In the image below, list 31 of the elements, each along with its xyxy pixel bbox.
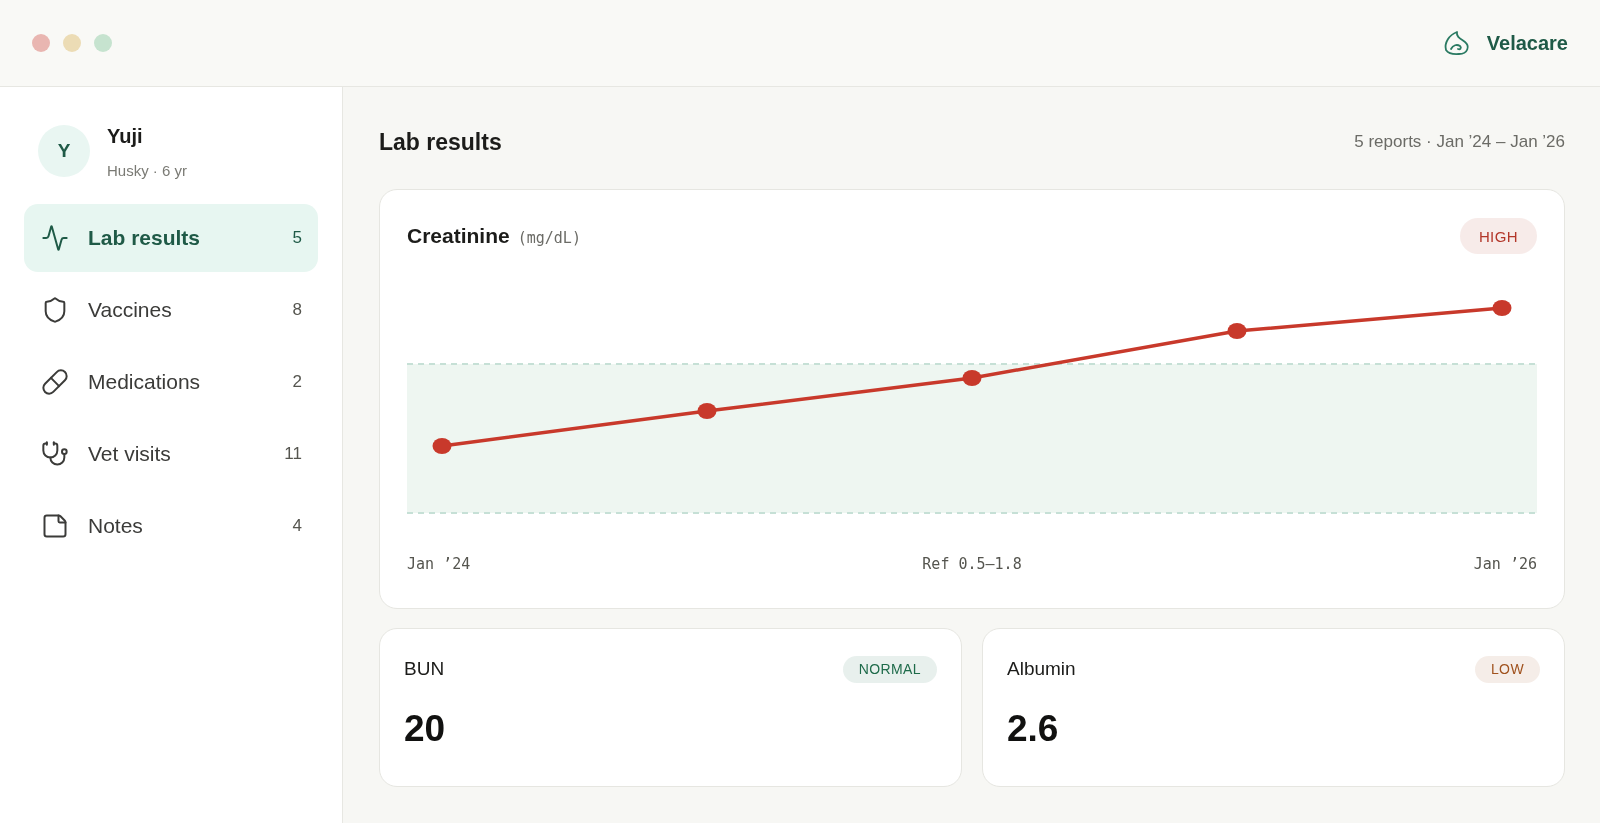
sidebar-item[interactable]: Notes 4 <box>24 492 318 560</box>
pill-icon <box>41 368 69 396</box>
sidebar-item[interactable]: Lab results 5 <box>24 204 318 272</box>
status-badge: LOW <box>1474 655 1540 683</box>
result-value: 2.6 <box>1007 707 1060 751</box>
sidebar-item[interactable]: Medications 2 <box>24 348 318 416</box>
axis-label: Jan ’24 <box>407 555 471 573</box>
axis-label: Jan ’26 <box>1473 555 1537 573</box>
pet-name: Yuji <box>107 124 144 148</box>
result-name: BUN <box>404 658 445 680</box>
note-icon <box>41 512 69 540</box>
brand-name: Velacare <box>1486 31 1568 55</box>
pulse-icon <box>41 224 69 252</box>
reference-range-label: Ref 0.5–1.8 <box>922 555 1022 573</box>
unit-label: (mg/dL) <box>517 229 581 247</box>
report-summary: 5 reports · Jan ’24 – Jan ’26 <box>1354 132 1565 152</box>
window-zoom-icon[interactable] <box>94 34 112 52</box>
result-value: 20 <box>404 707 447 751</box>
avatar: Y <box>38 125 90 177</box>
pet-details: Husky · 6 yr <box>107 161 187 181</box>
result-name: Creatinine <box>407 224 510 248</box>
logo-icon <box>1442 30 1471 56</box>
sidebar-item[interactable]: Vet visits 11 <box>24 420 318 488</box>
stethoscope-icon <box>41 440 69 468</box>
status-badge: HIGH <box>1459 218 1537 254</box>
status-badge: NORMAL <box>842 655 937 683</box>
window-minimize-icon[interactable] <box>63 34 81 52</box>
result-name: Albumin <box>1007 658 1076 680</box>
page-title: Lab results <box>379 128 502 156</box>
window-close-icon[interactable] <box>32 34 50 52</box>
sidebar-item[interactable]: Vaccines 8 <box>24 276 318 344</box>
